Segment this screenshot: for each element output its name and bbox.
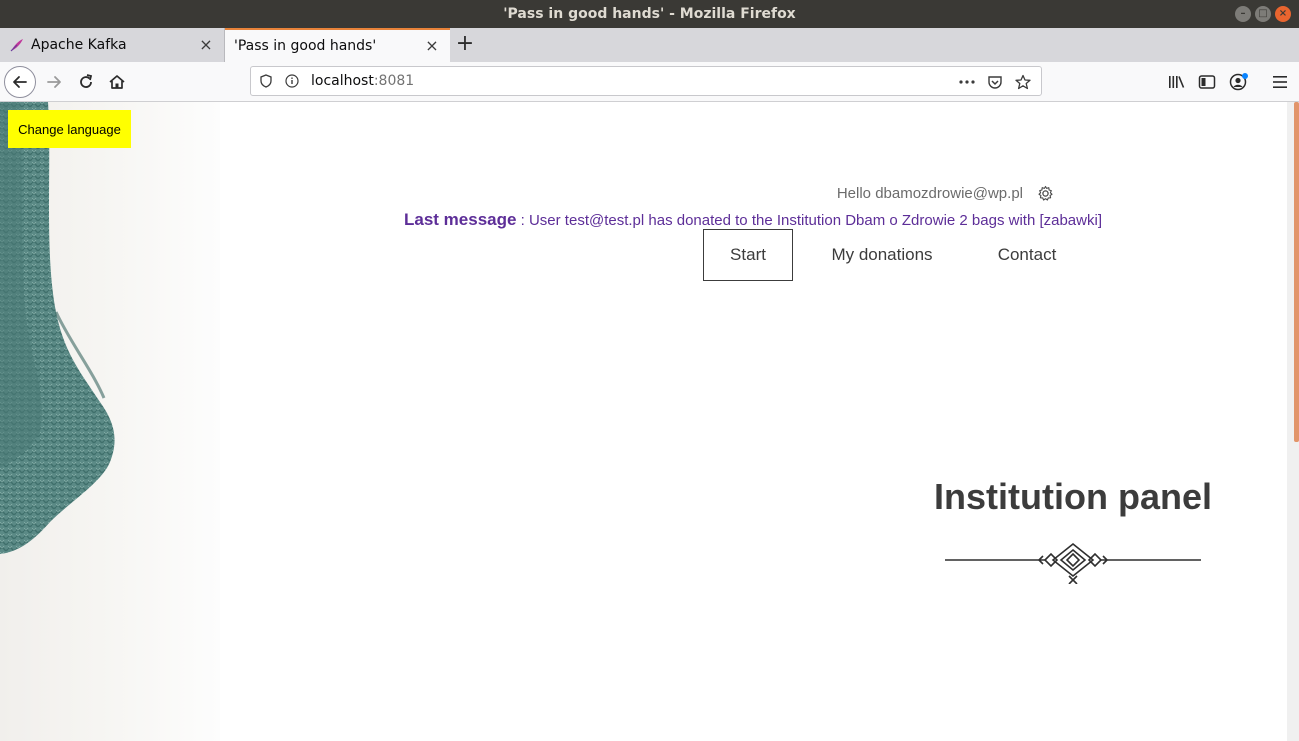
change-language-button[interactable]: Change language: [8, 110, 131, 148]
reload-icon: [80, 74, 93, 88]
hamburger-menu-icon: [1273, 76, 1287, 88]
back-button[interactable]: [4, 66, 36, 98]
last-message-label: Last message: [404, 210, 517, 229]
maximize-button[interactable]: □: [1255, 6, 1271, 22]
main-navigation: Start My donations Contact: [703, 229, 1083, 281]
url-bar[interactable]: localhost:8081: [250, 66, 1042, 96]
account-icon: [1229, 73, 1248, 91]
window-controls: – □ ×: [1235, 6, 1291, 22]
navigation-toolbar: localhost:8081: [0, 62, 1299, 102]
window-titlebar: 'Pass in good hands' - Mozilla Firefox –…: [0, 0, 1299, 28]
home-button[interactable]: [101, 66, 133, 98]
last-message-separator: :: [516, 212, 529, 229]
new-tab-button[interactable]: +: [450, 28, 480, 62]
url-text: localhost:8081: [311, 73, 414, 89]
app-menu-button[interactable]: [1266, 68, 1294, 96]
last-message-text: User test@test.pl has donated to the Ins…: [528, 212, 1102, 229]
sidebar-toggle-button[interactable]: [1193, 68, 1221, 96]
tab-label: Apache Kafka: [31, 37, 127, 53]
bookmark-star-icon[interactable]: [1011, 70, 1035, 94]
library-icon: [1169, 76, 1185, 88]
hero-background: [0, 102, 220, 741]
home-icon: [109, 75, 125, 89]
back-arrow-icon: [13, 76, 27, 88]
scrollbar-thumb[interactable]: [1294, 102, 1299, 442]
greeting-text: Hello dbamozdrowie@wp.pl: [836, 185, 1023, 202]
page-actions-menu-icon[interactable]: [955, 70, 979, 94]
window-title: 'Pass in good hands' - Mozilla Firefox: [503, 6, 796, 22]
url-host: localhost: [311, 73, 374, 89]
tab-strip: Apache Kafka × 'Pass in good hands' × +: [0, 28, 1299, 62]
decorative-divider: [945, 542, 1201, 584]
knitted-scarf-image: [0, 102, 115, 554]
minimize-button[interactable]: –: [1235, 6, 1251, 22]
settings-gear-icon[interactable]: [1037, 185, 1054, 202]
tab-close-icon[interactable]: ×: [196, 35, 216, 55]
page-title: Institution panel: [934, 476, 1212, 517]
kafka-feather-icon: [9, 37, 25, 53]
tab-label: 'Pass in good hands': [234, 38, 377, 54]
tab-close-icon[interactable]: ×: [422, 36, 442, 56]
last-message: Last message : User test@test.pl has don…: [404, 210, 1102, 230]
url-actions: [955, 70, 1035, 94]
forward-arrow-icon: [47, 76, 61, 88]
nav-my-donations[interactable]: My donations: [793, 229, 971, 281]
site-info-icon[interactable]: [281, 70, 303, 92]
forward-button[interactable]: [38, 66, 70, 98]
reload-button[interactable]: [70, 66, 102, 98]
library-button[interactable]: [1163, 68, 1191, 96]
page-content: Change language Hello dbamozdrowie@wp.pl…: [0, 102, 1287, 741]
tab-pass-in-good-hands[interactable]: 'Pass in good hands' ×: [225, 28, 450, 62]
pocket-icon[interactable]: [983, 70, 1007, 94]
sidebar-icon: [1198, 75, 1216, 89]
url-port: :8081: [373, 73, 415, 89]
nav-start[interactable]: Start: [703, 229, 793, 281]
tracking-protection-shield-icon[interactable]: [255, 70, 277, 92]
nav-contact[interactable]: Contact: [971, 229, 1083, 281]
account-button[interactable]: [1225, 68, 1253, 96]
tab-apache-kafka[interactable]: Apache Kafka ×: [0, 28, 225, 62]
user-greeting: Hello dbamozdrowie@wp.pl: [837, 185, 1054, 202]
window-close-button[interactable]: ×: [1275, 6, 1291, 22]
